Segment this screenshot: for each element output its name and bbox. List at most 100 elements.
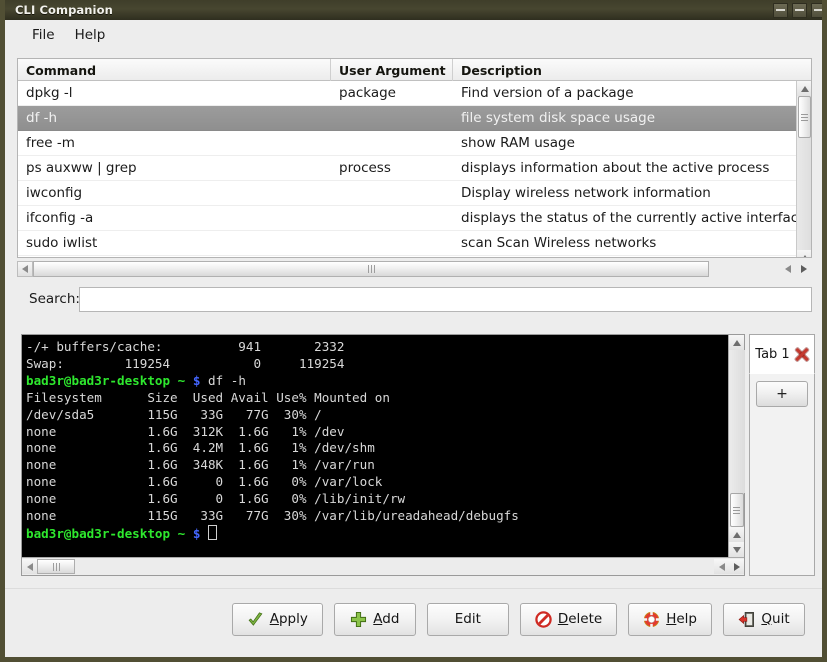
cell-command: ifconfig -a — [26, 210, 94, 226]
minimize-button[interactable] — [773, 2, 788, 18]
cell-argument: process — [339, 160, 391, 176]
column-header-command[interactable]: Command — [18, 59, 331, 81]
table-horizontal-scrollbar[interactable] — [17, 260, 812, 277]
cell-description: scan Scan Wireless networks — [461, 235, 657, 251]
maximize-button[interactable] — [792, 2, 807, 18]
table-header-corner — [796, 59, 811, 81]
window-controls — [773, 2, 822, 18]
help-label: Help — [666, 611, 697, 627]
terminal-line: /dev/sda5 115G 33G 77G 30% / — [26, 406, 322, 422]
cell-command: iwconfig — [26, 185, 83, 201]
scroll-right-icon[interactable] — [729, 559, 744, 574]
tab-label: Tab 1 — [755, 346, 790, 362]
table-body: dpkg -l package Find version of a packag… — [18, 81, 811, 257]
scrollbar-thumb[interactable] — [798, 96, 811, 138]
scrollbar-track[interactable] — [797, 138, 811, 250]
tab-item-1[interactable]: Tab 1 — [749, 334, 815, 374]
close-button[interactable] — [811, 2, 822, 18]
table-row[interactable]: sudo iwlist scan Scan Wireless networks — [18, 231, 811, 256]
cell-command: ps auxww | grep — [26, 160, 137, 176]
menu-help[interactable]: Help — [66, 25, 115, 45]
close-x-icon[interactable] — [794, 347, 809, 362]
menu-file[interactable]: File — [23, 25, 64, 45]
scroll-left-icon-secondary[interactable] — [780, 261, 796, 277]
column-header-description[interactable]: Description — [453, 59, 796, 81]
plus-icon — [351, 611, 367, 627]
scroll-up-icon[interactable] — [797, 81, 811, 96]
terminal-line: none 1.6G 312K 1.6G 1% /dev — [26, 423, 345, 439]
table-row[interactable]: free -m show RAM usage — [18, 131, 811, 156]
cell-argument: package — [339, 85, 396, 101]
hscrollbar-thumb[interactable] — [37, 559, 75, 574]
edit-label: Edit — [454, 611, 481, 627]
button-bar-separator — [5, 588, 822, 589]
cell-command: free -m — [26, 135, 75, 151]
table-row[interactable]: ifconfig -a displays the status of the c… — [18, 206, 811, 231]
terminal-line: Filesystem Size Used Avail Use% Mounted … — [26, 389, 390, 405]
scroll-down-icon[interactable] — [729, 542, 744, 557]
menu-bar: File Help — [5, 20, 822, 50]
title-bar: CLI Companion — [5, 0, 822, 20]
window-title: CLI Companion — [15, 3, 113, 17]
help-button[interactable]: Help — [628, 602, 712, 636]
hscrollbar-thumb[interactable] — [33, 260, 709, 277]
terminal-panel: -/+ buffers/cache: 941 2332 Swap: 119254… — [21, 334, 745, 576]
no-entry-icon — [535, 610, 552, 628]
command-table: Command User Argument Description dpkg -… — [17, 58, 812, 258]
cell-command: sudo iwlist — [26, 235, 98, 251]
terminal-line: Swap: 119254 0 119254 — [26, 355, 345, 371]
scroll-up-icon-secondary[interactable] — [797, 250, 811, 257]
tab-body: + — [749, 373, 815, 576]
cell-description: Find version of a package — [461, 85, 634, 101]
delete-button[interactable]: Delete — [519, 602, 618, 636]
terminal-prompt-line-active: bad3r@bad3r-desktop ~ $ — [26, 524, 728, 543]
table-row[interactable]: df -h file system disk space usage — [18, 106, 811, 131]
cell-description: Display wireless network information — [461, 185, 711, 201]
terminal-main: -/+ buffers/cache: 941 2332 Swap: 119254… — [22, 335, 745, 557]
scroll-left-icon[interactable] — [22, 559, 37, 574]
add-button[interactable]: Add — [333, 602, 416, 636]
table-vertical-scrollbar[interactable] — [796, 81, 811, 257]
terminal-prompt: bad3r@bad3r-desktop — [26, 525, 171, 541]
search-row: Search: — [17, 286, 812, 312]
terminal-cursor — [208, 524, 218, 540]
table-row[interactable]: ps auxww | grep process displays informa… — [18, 156, 811, 181]
add-tab-button[interactable]: + — [756, 381, 808, 407]
table-row[interactable]: iwconfig Display wireless network inform… — [18, 181, 811, 206]
terminal-line: none 1.6G 0 1.6G 0% /lib/init/rw — [26, 491, 406, 507]
scroll-up-icon[interactable] — [729, 335, 744, 350]
apply-button[interactable]: Apply — [231, 602, 323, 636]
terminal-line: none 1.6G 348K 1.6G 1% /var/run — [26, 457, 375, 473]
scroll-right-icon[interactable] — [796, 261, 812, 277]
check-icon — [248, 611, 263, 626]
search-input[interactable] — [79, 286, 812, 312]
terminal-screen[interactable]: -/+ buffers/cache: 941 2332 Swap: 119254… — [22, 335, 728, 557]
edit-button[interactable]: Edit — [426, 602, 509, 636]
search-label: Search: — [29, 291, 80, 307]
apply-label: Apply — [269, 611, 308, 627]
app-window: CLI Companion File Help Command User Arg… — [0, 0, 827, 662]
scroll-left-icon-secondary[interactable] — [714, 559, 729, 574]
cell-command: df -h — [26, 110, 58, 126]
scrollbar-thumb[interactable] — [729, 493, 744, 527]
terminal-horizontal-scrollbar[interactable] — [22, 557, 744, 575]
delete-label: Delete — [557, 611, 603, 627]
terminal-line: none 1.6G 4.2M 1.6G 1% /dev/shm — [26, 440, 375, 456]
cell-description: displays the status of the currently act… — [461, 210, 800, 226]
terminal-command: df -h — [208, 372, 246, 388]
cell-command: dpkg -l — [26, 85, 73, 101]
table-row[interactable]: dpkg -l package Find version of a packag… — [18, 81, 811, 106]
terminal-prompt: bad3r@bad3r-desktop — [26, 372, 171, 388]
scroll-left-icon[interactable] — [17, 260, 33, 277]
column-header-user-argument[interactable]: User Argument — [331, 59, 453, 81]
scrollbar-track[interactable] — [728, 350, 745, 493]
cell-description: displays information about the active pr… — [461, 160, 770, 176]
quit-label: Quit — [761, 611, 790, 627]
cell-description: show RAM usage — [461, 135, 575, 151]
table-header: Command User Argument Description — [18, 59, 811, 81]
quit-button[interactable]: Quit — [723, 602, 805, 636]
add-label: Add — [373, 611, 400, 627]
scroll-up-icon-secondary[interactable] — [729, 527, 744, 542]
terminal-vertical-scrollbar[interactable] — [728, 335, 745, 557]
terminal-line: -/+ buffers/cache: 941 2332 — [26, 339, 345, 354]
